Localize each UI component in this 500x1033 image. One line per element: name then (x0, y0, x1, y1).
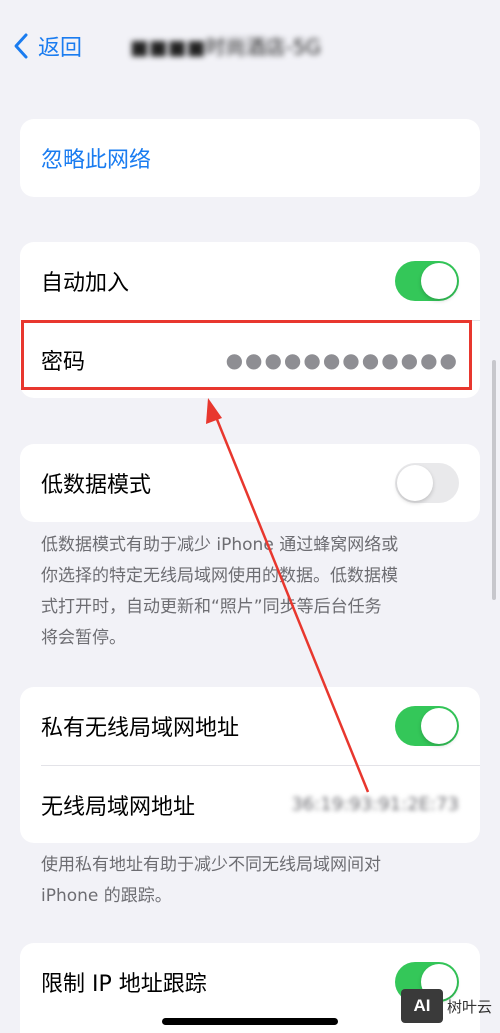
note-line: 低数据模式有助于减少 iPhone 通过蜂窝网络或 (41, 535, 399, 555)
forget-network-row[interactable]: 忽略此网络 (20, 119, 480, 197)
scrollbar[interactable] (492, 360, 496, 600)
note-line: 使用私有地址有助于减少不同无线局域网间对 (41, 855, 381, 875)
private-address-label: 私有无线局域网地址 (41, 716, 240, 741)
chevron-left-icon (14, 33, 28, 59)
low-data-label: 低数据模式 (41, 473, 152, 498)
toggle-knob (397, 465, 433, 501)
auto-join-row: 自动加入 (20, 242, 480, 320)
wifi-address-row: 无线局域网地址 36:19:93:91:2E:73 (20, 766, 480, 843)
private-address-row: 私有无线局域网地址 (20, 687, 480, 765)
back-button[interactable]: 返回 (12, 28, 82, 64)
home-indicator[interactable] (162, 1018, 338, 1025)
low-data-row: 低数据模式 (20, 444, 480, 522)
wifi-address-label: 无线局域网地址 (41, 794, 196, 820)
watermark: AI 树叶云 (400, 989, 492, 1023)
private-address-toggle[interactable] (395, 706, 459, 746)
password-mask: ●●●●●●●●●●●● (225, 347, 459, 372)
limit-ip-label: 限制 IP 地址跟踪 (41, 972, 207, 997)
password-label: 密码 (41, 349, 86, 375)
network-name-title: ■■■■时尚酒店-5G (130, 34, 322, 59)
toggle-knob (421, 708, 457, 744)
note-line: 将会暂停。 (41, 628, 126, 648)
private-address-note: 使用私有地址有助于减少不同无线局域网间对 iPhone 的跟踪。 (41, 850, 461, 912)
auto-join-toggle[interactable] (395, 261, 459, 301)
note-line: 你选择的特定无线局域网使用的数据。低数据模 (41, 566, 398, 586)
low-data-note: 低数据模式有助于减少 iPhone 通过蜂窝网络或 你选择的特定无线局域网使用的… (41, 530, 461, 654)
low-data-toggle[interactable] (395, 463, 459, 503)
forget-network-label[interactable]: 忽略此网络 (41, 142, 151, 174)
low-data-card: 低数据模式 (20, 444, 480, 522)
private-address-card: 私有无线局域网地址 无线局域网地址 36:19:93:91:2E:73 (20, 687, 480, 843)
password-row[interactable]: 密码 ●●●●●●●●●●●● (20, 321, 480, 398)
back-label: 返回 (38, 36, 83, 61)
auto-join-label: 自动加入 (41, 271, 130, 296)
navigation-bar: 返回 ■■■■时尚酒店-5G (0, 0, 500, 92)
toggle-knob (421, 263, 457, 299)
watermark-text: 树叶云 (446, 997, 492, 1016)
note-line: iPhone 的跟踪。 (41, 886, 172, 906)
wifi-address-value: 36:19:93:91:2E:73 (291, 794, 459, 815)
note-line: 式打开时，自动更新和“照片”同步等后台任务 (41, 597, 382, 617)
join-settings-card: 自动加入 密码 ●●●●●●●●●●●● (20, 242, 480, 398)
forget-network-card: 忽略此网络 (20, 119, 480, 197)
watermark-logo: AI (400, 989, 443, 1023)
